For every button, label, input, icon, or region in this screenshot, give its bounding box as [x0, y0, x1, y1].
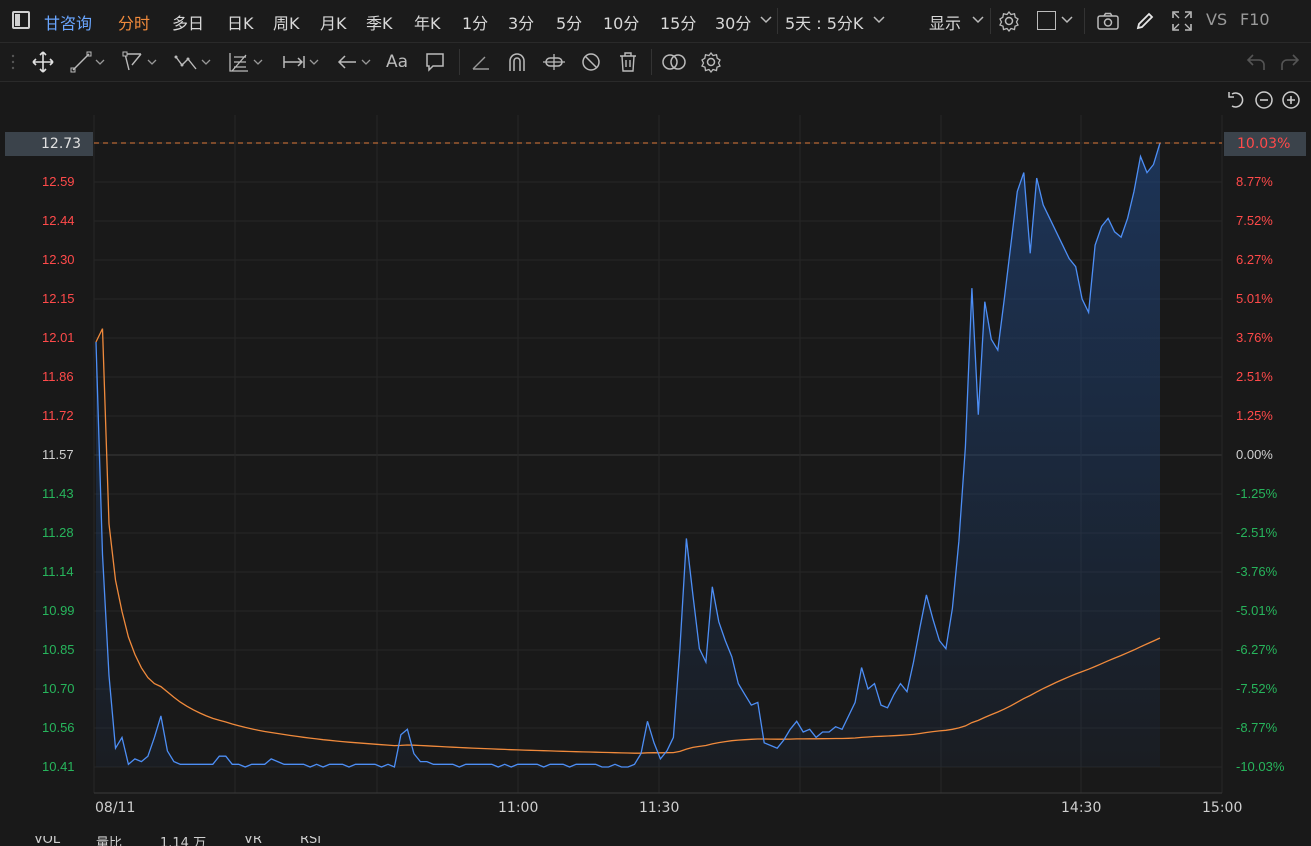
- time-tick: 08/11: [95, 800, 136, 816]
- indicator-bar: VOL 量比 1.14 万 VR RSI: [0, 836, 1311, 846]
- rsi-label[interactable]: RSI: [300, 836, 321, 846]
- vol-label[interactable]: VOL: [34, 836, 60, 846]
- price-tick: 10.99: [42, 603, 75, 618]
- price-tick: 11.57: [42, 447, 74, 462]
- pct-tick: -2.51%: [1236, 525, 1278, 540]
- price-tick: 12.15: [42, 291, 75, 306]
- time-tick: 11:30: [639, 800, 680, 816]
- pct-tick: 3.76%: [1236, 330, 1273, 345]
- pct-tick: 2.51%: [1236, 369, 1273, 384]
- pct-tick: 6.27%: [1236, 252, 1273, 267]
- price-tick: 10.85: [42, 642, 75, 657]
- price-tick: 12.59: [42, 174, 75, 189]
- pct-tick: 1.25%: [1236, 408, 1273, 423]
- price-tick: 11.14: [42, 564, 74, 579]
- pct-tick: 8.77%: [1236, 174, 1273, 189]
- current-price-label: 12.73: [5, 132, 93, 156]
- pct-tick: -6.27%: [1236, 642, 1278, 657]
- time-tick: 14:30: [1061, 800, 1102, 816]
- price-tick: 11.43: [42, 486, 74, 501]
- pct-tick: -7.52%: [1236, 681, 1278, 696]
- price-tick: 10.56: [42, 720, 75, 735]
- price-tick: 11.86: [42, 369, 74, 384]
- time-tick: 11:00: [498, 800, 539, 816]
- pct-tick: -3.76%: [1236, 564, 1278, 579]
- vr-label[interactable]: VR: [244, 836, 262, 846]
- price-tick: 11.72: [42, 408, 74, 423]
- price-tick: 10.41: [42, 759, 75, 774]
- current-pct-label: 10.03%: [1224, 132, 1306, 156]
- pct-tick: -10.03%: [1236, 759, 1285, 774]
- pct-tick: 5.01%: [1236, 291, 1273, 306]
- price-tick: 12.30: [42, 252, 75, 267]
- pct-tick: -5.01%: [1236, 603, 1278, 618]
- time-tick: 15:00: [1202, 800, 1243, 816]
- price-tick: 12.01: [42, 330, 75, 345]
- pct-tick: 7.52%: [1236, 213, 1273, 228]
- volume-ratio-label: 量比: [96, 836, 123, 846]
- pct-tick: -1.25%: [1236, 486, 1278, 501]
- price-tick: 11.28: [42, 525, 74, 540]
- price-tick: 12.44: [42, 213, 75, 228]
- price-tick: 10.70: [42, 681, 75, 696]
- volume-value: 1.14 万: [160, 836, 207, 846]
- intraday-chart[interactable]: [0, 0, 1311, 846]
- pct-tick: -8.77%: [1236, 720, 1278, 735]
- pct-tick: 0.00%: [1236, 447, 1273, 462]
